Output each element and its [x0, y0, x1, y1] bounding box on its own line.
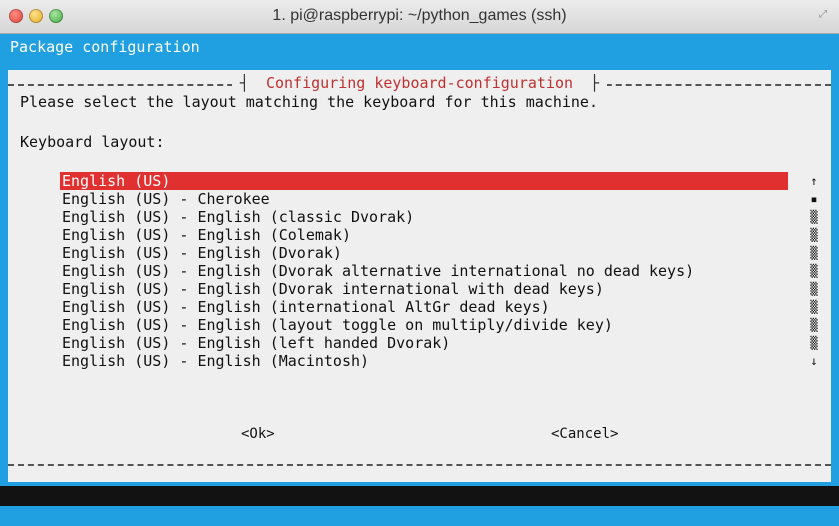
terminal-window: 1. pi@raspberrypi: ~/python_games (ssh) …: [0, 0, 839, 526]
layout-item[interactable]: English (US) - English (Colemak): [60, 226, 820, 244]
dialog-shadow: [0, 486, 839, 506]
layout-item[interactable]: English (US) - English (Macintosh): [60, 352, 820, 370]
title-bar[interactable]: 1. pi@raspberrypi: ~/python_games (ssh) …: [0, 0, 839, 34]
window-title: 1. pi@raspberrypi: ~/python_games (ssh): [272, 7, 567, 24]
scroll-down-arrow-icon[interactable]: ↓: [807, 352, 821, 370]
list-scrollbar[interactable]: ↑ ▪ ▒ ▒ ▒ ▒ ▒ ▒ ▒ ▒ ↓: [807, 172, 821, 388]
scroll-track[interactable]: ▒: [807, 244, 821, 262]
layout-item[interactable]: English (US) - English (international Al…: [60, 298, 820, 316]
ok-button[interactable]: <Ok>: [241, 425, 275, 443]
layout-item[interactable]: English (US) - Cherokee: [60, 190, 820, 208]
layout-item[interactable]: English (US) - English (left handed Dvor…: [60, 334, 820, 352]
package-configuration-header: Package configuration: [10, 38, 200, 56]
dialog-title: Configuring keyboard-configuration: [261, 74, 578, 92]
fullscreen-icon[interactable]: ⤢: [819, 9, 831, 21]
layout-item[interactable]: English (US) - English (Dvorak alternati…: [60, 262, 820, 280]
cancel-button[interactable]: <Cancel>: [551, 425, 618, 443]
scroll-track[interactable]: ▒: [807, 334, 821, 352]
scroll-track[interactable]: ▒: [807, 226, 821, 244]
layout-item-selected[interactable]: English (US): [60, 172, 788, 190]
scroll-track[interactable]: ▒: [807, 298, 821, 316]
layout-item[interactable]: English (US) - English (Dvorak): [60, 244, 820, 262]
dialog-title-row: ┤ Configuring keyboard-configuration ├: [8, 74, 831, 92]
dialog-prompt: Please select the layout matching the ke…: [20, 93, 598, 111]
terminal-screen[interactable]: Package configuration ┤ Configuring keyb…: [0, 34, 839, 526]
scroll-up-arrow-icon[interactable]: ↑: [807, 172, 821, 190]
scroll-thumb[interactable]: ▪: [807, 190, 821, 208]
keyboard-layout-label: Keyboard layout:: [20, 133, 165, 151]
dialog-bottom-border: [8, 464, 831, 466]
scroll-track[interactable]: ▒: [807, 280, 821, 298]
layout-item[interactable]: English (US) - English (layout toggle on…: [60, 316, 820, 334]
config-dialog: ┤ Configuring keyboard-configuration ├ P…: [8, 70, 831, 482]
layout-item[interactable]: English (US) - English (Dvorak internati…: [60, 280, 820, 298]
scroll-track[interactable]: ▒: [807, 316, 821, 334]
keyboard-layout-list[interactable]: English (US) English (US) - Cherokee Engli…: [60, 172, 820, 370]
scroll-track[interactable]: ▒: [807, 262, 821, 280]
scroll-track[interactable]: ▒: [807, 208, 821, 226]
layout-item[interactable]: English (US) - English (classic Dvorak): [60, 208, 820, 226]
